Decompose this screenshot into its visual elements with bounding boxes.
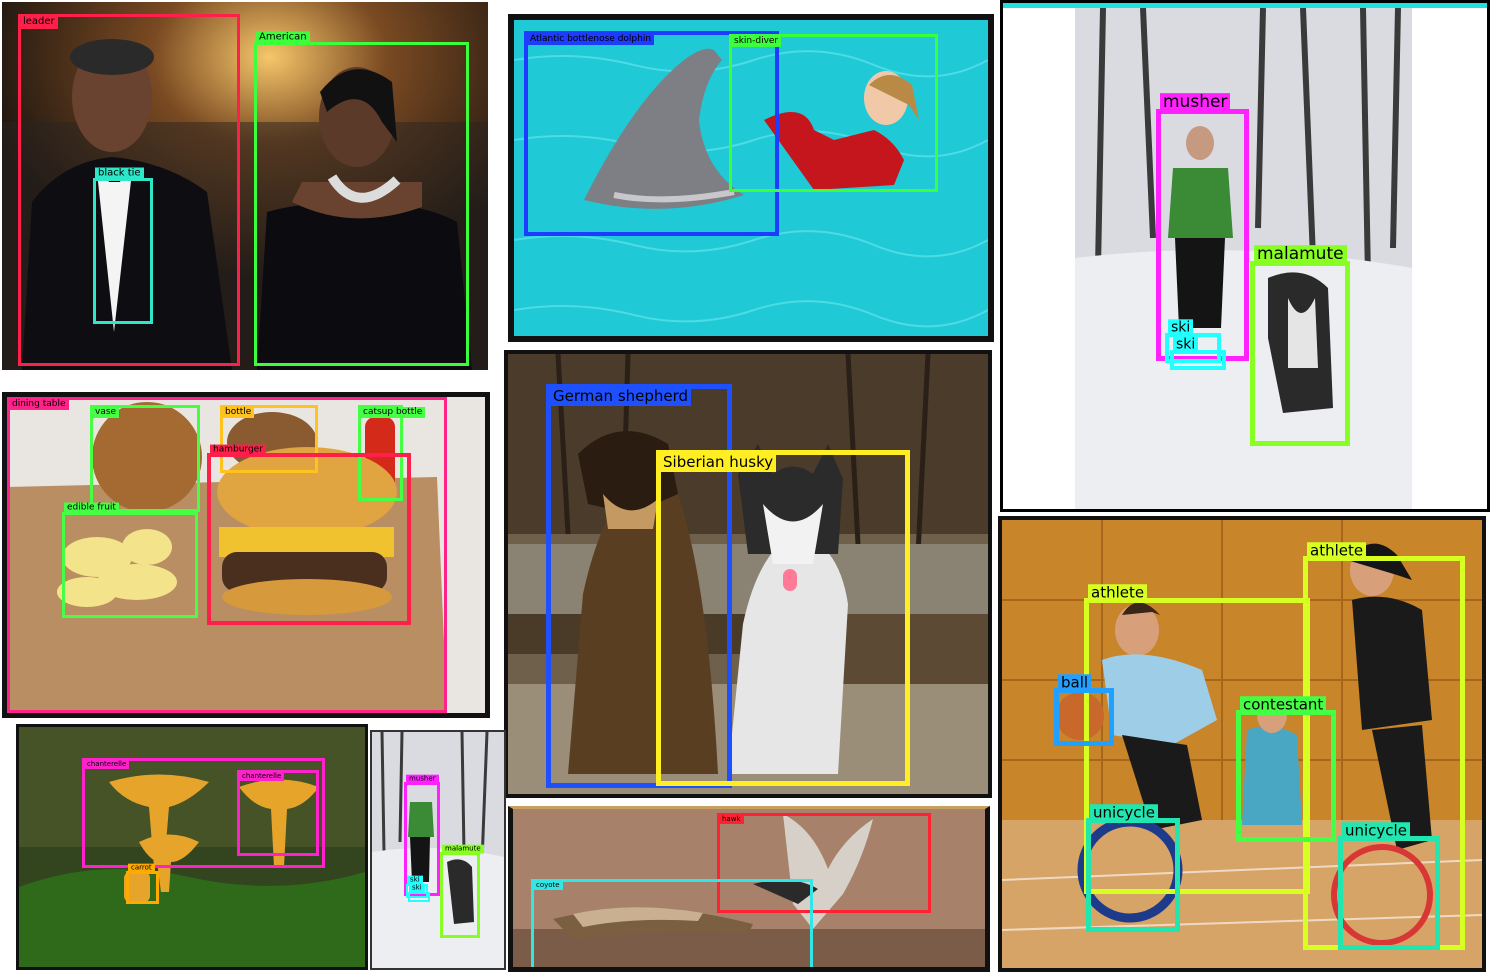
malamute-large-label: malamute <box>1254 245 1347 265</box>
contestant-label: contestant <box>1240 696 1327 714</box>
photo-dolphin-panel: Atlantic bottlenose dolphin skin-diver <box>508 14 994 342</box>
contestant-box: contestant <box>1236 696 1336 842</box>
leader-label: leader <box>20 16 58 29</box>
malamute-large-box: malamute <box>1250 245 1350 446</box>
photo-mushroom-panel: chanterelle chanterelle carrot <box>16 724 368 970</box>
hamburger-box: hamburger <box>207 444 411 625</box>
ski-large-label-1: ski <box>1168 319 1194 336</box>
chanterelle-label-1: chanterelle <box>84 760 130 770</box>
black-tie-label: black tie <box>95 167 144 180</box>
edible-fruit-box: edible fruit <box>62 502 198 618</box>
unicycle-label-1: unicycle <box>1090 804 1158 822</box>
american-label: American <box>256 31 310 44</box>
vase-box: vase <box>90 405 200 512</box>
photo-dogs-panel: German shepherd Siberian husky <box>504 350 992 798</box>
ski-large-label-2: ski <box>1173 336 1199 353</box>
photo-burger-panel: dining table vase bottle catsup bottle h… <box>2 392 490 718</box>
hamburger-label: hamburger <box>210 444 266 456</box>
photo-unicycle-panel: athlete athlete ball contestant unicycle… <box>998 516 1486 972</box>
coyote-box: coyote <box>531 879 813 967</box>
athlete-label-1: athlete <box>1088 584 1148 602</box>
bottle-label: bottle <box>222 407 255 419</box>
photo-obama-panel: leader American black tie <box>2 2 488 370</box>
ball-label: ball <box>1058 674 1092 692</box>
catsup-bottle-label: catsup bottle <box>360 407 426 419</box>
unicycle-box-2: unicycle <box>1338 822 1440 950</box>
german-shepherd-label: German shepherd <box>550 388 692 406</box>
unicycle-box-1: unicycle <box>1086 804 1180 932</box>
photo-musher-large-panel: musher malamute ski ski <box>1000 0 1490 512</box>
edible-fruit-label: edible fruit <box>64 502 119 514</box>
ball-box: ball <box>1054 674 1114 746</box>
american-box: American <box>254 31 469 366</box>
malamute-small-box: malamute <box>440 844 484 938</box>
siberian-husky-label: Siberian husky <box>660 454 777 472</box>
carrot-label: carrot <box>128 863 155 873</box>
black-tie-box: black tie <box>93 167 153 324</box>
siberian-husky-box: Siberian husky <box>656 450 910 786</box>
photo-hawk-panel: hawk coyote <box>508 806 990 972</box>
ski-small-label-2: ski <box>409 883 425 893</box>
chanterelle-box-2: chanterelle <box>237 770 319 856</box>
dining-table-label: dining table <box>9 399 69 411</box>
photo-musher-small-panel: musher malamute ski ski <box>370 730 506 970</box>
chanterelle-label-2: chanterelle <box>239 772 285 782</box>
musher-small-label: musher <box>406 774 439 784</box>
carrot-box: carrot <box>126 863 159 904</box>
skin-diver-box: skin-diver <box>729 34 938 192</box>
vase-label: vase <box>92 407 120 419</box>
skin-diver-label: skin-diver <box>731 36 782 48</box>
athlete-label-2: athlete <box>1307 542 1367 560</box>
musher-large-label: musher <box>1160 93 1231 113</box>
ski-large-box-2: ski <box>1170 336 1226 370</box>
malamute-small-label: malamute <box>442 844 484 854</box>
coyote-label: coyote <box>533 881 563 891</box>
unicycle-label-2: unicycle <box>1342 822 1410 840</box>
hawk-label: hawk <box>719 815 744 825</box>
ski-small-box-2: ski <box>408 883 430 902</box>
dolphin-label: Atlantic bottlenose dolphin <box>527 34 655 46</box>
